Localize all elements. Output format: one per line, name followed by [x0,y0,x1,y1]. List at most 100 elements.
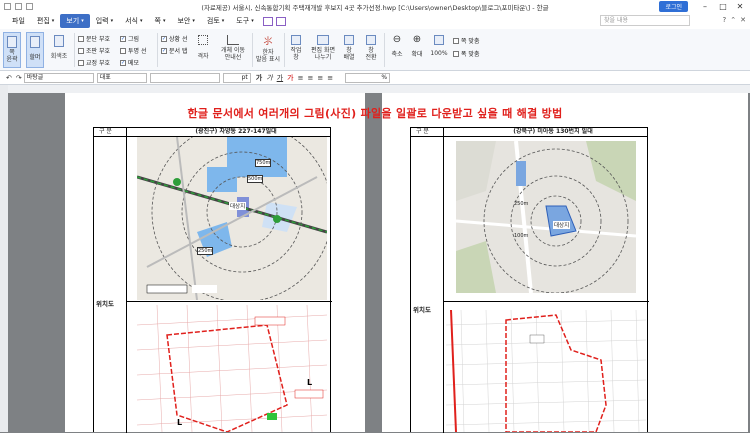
checkbox-checked[interactable]: ✓ [161,35,167,42]
menu-label: 보안 [177,17,191,25]
work-window-button[interactable]: 작업 창 [287,32,305,68]
fit-page-option[interactable]: 쪽 맞춤 [453,36,479,45]
help-search-input[interactable]: 찾을 내용 [600,15,690,26]
menu-label: 파일 [12,17,25,25]
radius-label: 250m [197,247,214,255]
menu-file[interactable]: 파일 [6,14,31,28]
button-label: 할머 [29,54,41,61]
chevron-down-icon: ▾ [251,18,254,24]
minimize-button[interactable]: – [698,0,712,13]
check-label: 문단 부호 [86,36,110,43]
undo-icon[interactable]: ↶ [6,74,12,82]
menu-tools[interactable]: 도구 ▾ [230,14,259,28]
check-status-line[interactable]: ✓ 상황 선 [161,34,187,43]
justify-icon[interactable]: ≡ [327,74,333,82]
grayscale-button[interactable]: 회색조 [48,32,70,68]
zoom-100-button[interactable]: 100% [428,32,450,68]
checkbox[interactable] [120,47,126,54]
format-tool-icon[interactable] [275,16,286,26]
menu-security[interactable]: 보안 ▾ [171,14,200,28]
collapse-ribbon-icon[interactable]: ⌃ [730,16,736,24]
menu-insert[interactable]: 입력 ▾ [90,14,119,28]
underline-icon[interactable]: 가 [277,73,283,83]
check-layout-mark[interactable]: 조판 부호 [78,46,110,55]
check-proof-mark[interactable]: 교정 부호 [78,58,110,67]
line-spacing-field[interactable]: % [345,72,391,83]
button-label: 창 전환 [365,47,377,61]
fit-width-option[interactable]: 폭 맞춤 [453,49,479,58]
button-label: 작업 창 [290,47,302,61]
ruler [0,85,750,93]
style-tool-icon[interactable] [262,16,273,26]
switch-window-button[interactable]: 창 전환 [362,32,380,68]
format-toolbar: ↶ ↷ 바탕글 대표 pt 가 가 가 가 ≡ ≡ ≡ ≡ % [0,71,750,85]
align-left-icon[interactable]: ≡ [298,74,304,82]
maximize-button[interactable]: □ [716,0,730,13]
checkbox[interactable] [78,47,84,54]
radius-label: 250m [514,201,529,207]
chevron-down-icon: ▾ [192,18,195,24]
menu-review[interactable]: 검토 ▾ [201,14,230,28]
italic-icon[interactable]: 가 [266,73,272,83]
hanja-button[interactable]: ⺢ 한자 발음 표시 [255,32,281,68]
menu-edit[interactable]: 편집 ▾ [31,14,60,28]
checkbox-checked[interactable]: ✓ [120,59,126,66]
chevron-down-icon: ▾ [140,18,143,24]
menu-view[interactable]: 보기 ▾ [60,14,90,28]
full-screen-button[interactable]: 할머 [26,32,44,68]
font-size-field[interactable]: pt [222,72,251,83]
guide-line-button[interactable]: 개체 이동 안내선 [216,32,250,68]
page-outline-button[interactable]: 쪽 윤곽 [3,32,21,68]
check-label: 교정 부호 [86,60,110,67]
menu-page[interactable]: 쪽 ▾ [149,14,172,28]
radius-label: 750m [255,159,272,167]
window-title: (자료제공) 서울시, 신속통합기획 주택재개발 후보지 4곳 추가선정.hwp… [201,3,549,12]
menu-format[interactable]: 서식 ▾ [119,14,148,28]
align-right-icon[interactable]: ≡ [317,74,323,82]
button-label: 축소 [391,51,403,58]
table-header-row: 구 분 (광진구) 자양동 227-147일대 [94,128,330,137]
switch-icon [366,35,376,45]
column-divider [126,128,127,433]
bold-icon[interactable]: 가 [256,73,262,83]
check-memo[interactable]: ✓ 메모 [120,58,139,67]
row-label: 위치도 [96,300,114,308]
check-label: 투명 선 [128,48,147,55]
button-label: 격자 [197,53,209,60]
style-select[interactable]: 바탕글 [23,72,94,83]
language-select[interactable]: 대표 [96,72,147,83]
check-paragraph-mark[interactable]: 문단 부호 [78,34,110,43]
close-doc-icon[interactable]: ✕ [740,16,746,24]
page-icon [7,36,17,48]
chevron-down-icon: ▾ [81,18,84,24]
svg-text:L: L [177,418,182,427]
menu-label: 입력 [95,17,109,25]
grid-button[interactable]: 격자 [193,32,213,68]
chevron-down-icon: ▾ [162,18,166,24]
checkbox[interactable] [78,59,84,66]
divider [157,33,158,67]
align-center-icon[interactable]: ≡ [307,74,313,82]
login-button[interactable]: 로그인 [659,1,688,12]
zoom-in-button[interactable]: ⊕ 확대 [408,32,426,68]
font-select[interactable] [149,72,220,83]
check-transparent-line[interactable]: 투명 선 [120,46,146,55]
check-picture[interactable]: ✓ 그림 [120,34,139,43]
checkbox[interactable] [78,35,84,42]
checkbox-checked[interactable]: ✓ [161,47,167,54]
document-heading: 한글 문서에서 여러개의 그림(사진) 파일을 일괄로 다운받고 싶을 때 해결… [187,107,563,120]
button-label: 창 배열 [343,47,355,61]
hanja-icon: ⺢ [263,37,273,47]
arrange-window-button[interactable]: 창 배열 [340,32,358,68]
font-color-icon[interactable]: 가 [287,73,293,83]
close-button[interactable]: ✕ [733,0,747,13]
zoom-out-button[interactable]: ⊖ 축소 [388,32,406,68]
help-icon[interactable]: ? [723,16,727,24]
check-doc-tab[interactable]: ✓ 문서 탭 [161,46,187,55]
redo-icon[interactable]: ↷ [16,74,22,82]
fit-width-icon [453,50,459,57]
window-icon [291,35,301,45]
check-label: 메모 [128,60,140,67]
checkbox-checked[interactable]: ✓ [120,35,126,42]
split-view-button[interactable]: 편집 화면 나누기 [308,32,338,68]
